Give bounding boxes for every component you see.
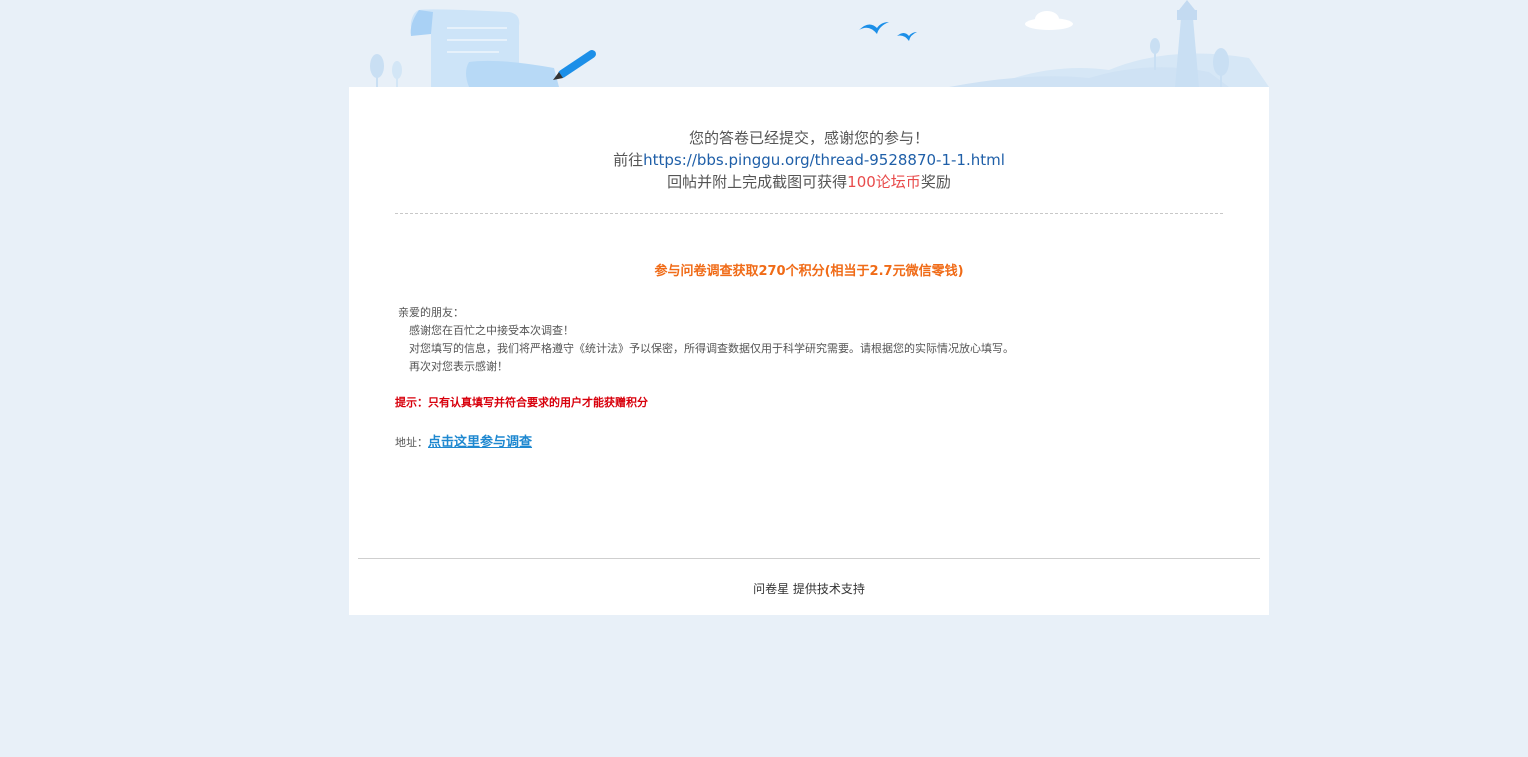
reward-amount: 100论坛币 (847, 173, 921, 191)
dashed-divider (395, 213, 1223, 214)
bird-icon (859, 22, 889, 34)
thread-prefix: 前往 (613, 151, 644, 169)
tree-icon (370, 54, 402, 87)
promo-title: 参与问卷调查获取270个积分(相当于2.7元微信零钱) (654, 264, 964, 279)
eligibility-tip: 提示：只有认真填写并符合要求的用户才能获赠积分 (395, 396, 648, 409)
footer-divider (358, 558, 1260, 559)
address-label: 地址： (395, 436, 428, 449)
footer-brand[interactable]: 问卷星 (753, 582, 789, 596)
submission-confirmation: 您的答卷已经提交，感谢您的参与！ 前往https://bbs.pinggu.or… (349, 127, 1269, 193)
thread-link-line: 前往https://bbs.pinggu.org/thread-9528870-… (349, 149, 1269, 171)
lighthouse-icon (1175, 0, 1199, 87)
letter-greeting: 亲爱的朋友： (398, 306, 464, 319)
reward-suffix: 奖励 (920, 173, 951, 191)
cloud-icon (1025, 11, 1073, 30)
reward-line: 回帖并附上完成截图可获得100论坛币奖励 (349, 171, 1269, 193)
thread-link[interactable]: https://bbs.pinggu.org/thread-9528870-1-… (643, 151, 1005, 169)
invitation-letter: 亲爱的朋友： 感谢您在百忙之中接受本次调查！ 对您填写的信息，我们将严格遵守《统… (398, 304, 1218, 376)
footer-support-text: 提供技术支持 (789, 582, 865, 596)
submitted-message: 您的答卷已经提交，感谢您的参与！ (688, 129, 929, 147)
survey-address: 地址：点击这里参与调查 (395, 431, 532, 450)
result-card: 您的答卷已经提交，感谢您的参与！ 前往https://bbs.pinggu.or… (349, 87, 1269, 615)
reward-prefix: 回帖并附上完成截图可获得 (667, 173, 848, 191)
letter-paragraph: 对您填写的信息，我们将严格遵守《统计法》予以保密，所得调查数据仅用于科学研究需要… (409, 342, 1014, 355)
letter-paragraph: 感谢您在百忙之中接受本次调查！ (409, 324, 574, 337)
pen-icon (553, 50, 596, 80)
header-illustration (349, 0, 1269, 87)
scroll-document-icon (410, 9, 559, 87)
survey-link[interactable]: 点击这里参与调查 (428, 435, 532, 450)
header-illustration-svg (370, 0, 1269, 87)
bird-icon (897, 32, 917, 41)
letter-paragraph: 再次对您表示感谢！ (409, 360, 508, 373)
footer: 问卷星 提供技术支持 (349, 580, 1269, 597)
